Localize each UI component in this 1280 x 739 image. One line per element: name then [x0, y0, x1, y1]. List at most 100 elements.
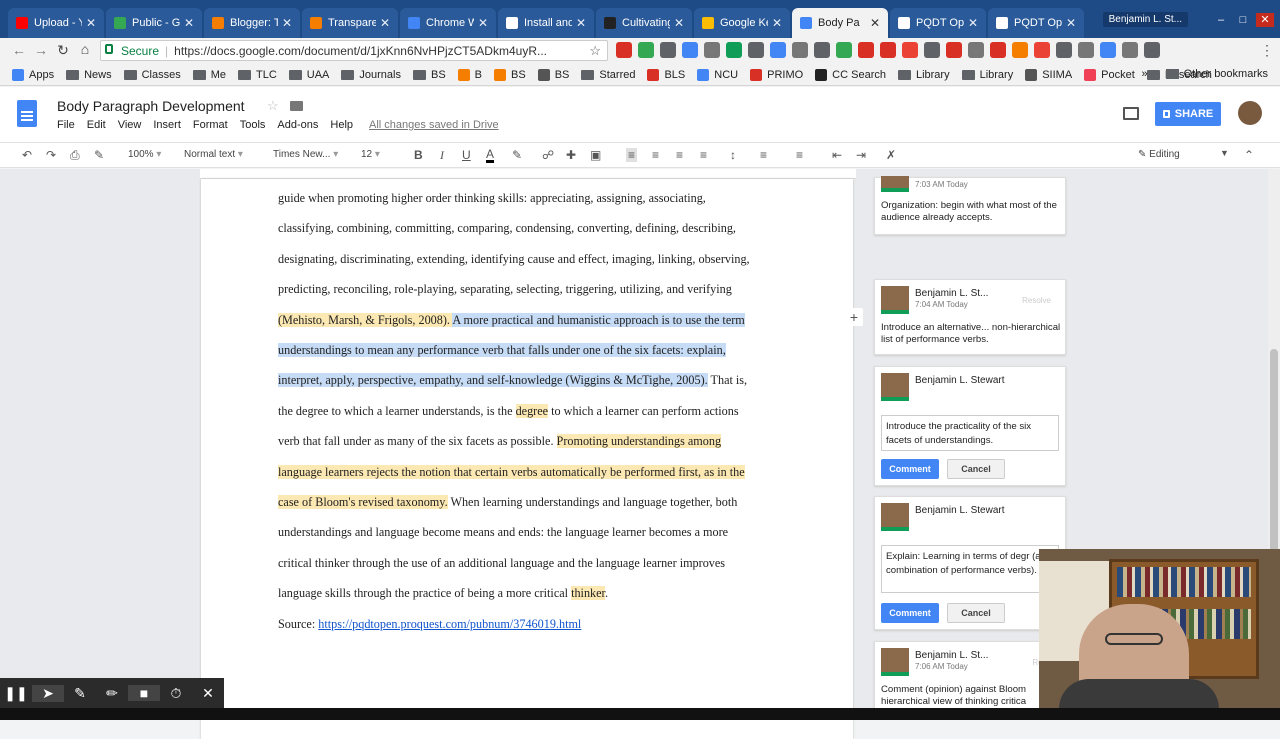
- extension-icon[interactable]: [638, 42, 654, 58]
- browser-tab[interactable]: Cultivating ✕: [596, 8, 692, 38]
- highlight-icon[interactable]: ✎: [512, 148, 522, 162]
- forward-arrow-icon[interactable]: →: [30, 42, 52, 58]
- bookmark-item[interactable]: Classes: [123, 69, 181, 81]
- bookmark-item[interactable]: PRIMO: [750, 68, 803, 81]
- underline-icon[interactable]: U: [462, 148, 471, 162]
- tab-close-icon[interactable]: ✕: [184, 16, 194, 30]
- browser-tab[interactable]: Transparen ✕: [302, 8, 398, 38]
- tab-close-icon[interactable]: ✕: [576, 16, 586, 30]
- decrease-indent-icon[interactable]: ⇤: [832, 148, 842, 162]
- editing-mode-select[interactable]: ✎ Editing: [1138, 149, 1180, 160]
- extension-icon[interactable]: [814, 42, 830, 58]
- bookmark-item[interactable]: CC Search: [815, 68, 886, 81]
- mode-dropdown-icon[interactable]: ▼: [1220, 148, 1229, 158]
- bold-icon[interactable]: B: [414, 148, 423, 162]
- numbered-list-icon[interactable]: ≡: [760, 148, 767, 162]
- save-status[interactable]: All changes saved in Drive: [369, 119, 499, 131]
- document-body[interactable]: guide when promoting higher order thinki…: [278, 183, 778, 639]
- link-icon[interactable]: ☍: [542, 148, 554, 162]
- close-window-icon[interactable]: ✕: [1256, 13, 1274, 27]
- extension-icon[interactable]: [858, 42, 874, 58]
- maximize-icon[interactable]: □: [1234, 13, 1252, 27]
- menu-insert[interactable]: Insert: [153, 119, 181, 131]
- extension-icon[interactable]: [660, 42, 676, 58]
- bookmark-item[interactable]: Journals: [341, 69, 401, 81]
- browser-tab[interactable]: Body Pa ✕: [792, 8, 888, 38]
- extension-icon[interactable]: [1144, 42, 1160, 58]
- comment-submit-button[interactable]: Comment: [881, 459, 939, 479]
- browser-tab[interactable]: Blogger: Tr ✕: [204, 8, 300, 38]
- webcam-icon[interactable]: ■: [128, 685, 160, 701]
- menu-edit[interactable]: Edit: [87, 119, 106, 131]
- bookmark-item[interactable]: SIIMA: [1025, 68, 1072, 81]
- address-bar[interactable]: Secure | https://docs.google.com/documen…: [100, 40, 608, 61]
- menu-help[interactable]: Help: [330, 119, 353, 131]
- bookmark-item[interactable]: BS: [412, 69, 446, 81]
- move-to-folder-icon[interactable]: [290, 101, 303, 111]
- add-comment-float-icon[interactable]: +: [845, 308, 863, 326]
- tab-close-icon[interactable]: ✕: [86, 16, 96, 30]
- extension-icon[interactable]: [968, 42, 984, 58]
- pause-icon[interactable]: ❚❚: [0, 685, 32, 702]
- bookmark-item[interactable]: Library: [961, 69, 1013, 81]
- extension-icon[interactable]: [770, 42, 786, 58]
- tab-close-icon[interactable]: ✕: [674, 16, 684, 30]
- justify-icon[interactable]: ≡: [700, 148, 707, 162]
- extension-icon[interactable]: [990, 42, 1006, 58]
- line-spacing-icon[interactable]: ↕: [730, 148, 736, 162]
- bookmark-item[interactable]: Apps: [12, 68, 54, 81]
- timer-icon[interactable]: ⏱: [160, 685, 192, 702]
- overflow-chevron-icon[interactable]: »: [1142, 68, 1148, 80]
- clear-formatting-icon[interactable]: ✗: [886, 148, 896, 162]
- tab-close-icon[interactable]: ✕: [478, 16, 488, 30]
- comment-reply-input[interactable]: Explain: Learning in terms of degr (a co…: [881, 545, 1059, 593]
- menu-file[interactable]: File: [57, 119, 75, 131]
- bookmark-item[interactable]: Library: [897, 69, 950, 81]
- minimize-icon[interactable]: –: [1212, 13, 1230, 27]
- tab-close-icon[interactable]: ✕: [282, 16, 292, 30]
- bookmark-star-icon[interactable]: ☆: [589, 43, 601, 59]
- resolve-button[interactable]: Resolve: [1022, 296, 1051, 305]
- text-color-icon[interactable]: A: [486, 148, 495, 163]
- redo-icon[interactable]: ↷: [46, 148, 56, 162]
- comment-submit-button[interactable]: Comment: [881, 603, 939, 623]
- comment-card[interactable]: 7:03 AM Today Organization: begin with w…: [874, 176, 1066, 235]
- style-select[interactable]: Normal text: [184, 149, 243, 160]
- extension-icon[interactable]: [704, 42, 720, 58]
- bookmark-item[interactable]: TLC: [238, 69, 277, 81]
- comment-cancel-button[interactable]: Cancel: [947, 459, 1005, 479]
- source-link[interactable]: https://pqdtopen.proquest.com/pubnum/374…: [318, 617, 581, 631]
- tab-close-icon[interactable]: ✕: [772, 16, 782, 30]
- extension-icon[interactable]: [836, 42, 852, 58]
- bookmark-item[interactable]: Starred: [581, 69, 635, 81]
- pointer-icon[interactable]: ➤: [32, 684, 64, 702]
- bookmark-item[interactable]: BLS: [647, 68, 685, 81]
- browser-tab[interactable]: Chrome W ✕: [400, 8, 496, 38]
- chrome-menu-icon[interactable]: ⋮: [1260, 42, 1274, 59]
- share-button[interactable]: SHARE: [1155, 102, 1221, 126]
- extension-icon[interactable]: [1100, 42, 1116, 58]
- tab-close-icon[interactable]: ✕: [870, 16, 880, 30]
- extension-icon[interactable]: [1078, 42, 1094, 58]
- print-icon[interactable]: ⎙: [70, 148, 80, 163]
- star-icon[interactable]: ☆: [267, 98, 279, 114]
- align-left-icon[interactable]: ≡: [626, 148, 638, 162]
- extension-icon[interactable]: [1056, 42, 1072, 58]
- collapse-menus-icon[interactable]: ⌃: [1244, 148, 1254, 162]
- docs-logo-icon[interactable]: [17, 100, 37, 127]
- window-user-badge[interactable]: Benjamin L. St...: [1102, 12, 1188, 27]
- add-comment-icon[interactable]: ✚: [566, 148, 576, 162]
- comment-cancel-button[interactable]: Cancel: [947, 603, 1005, 623]
- comment-card[interactable]: Benjamin L. St... 7:06 AM Today Reso Com…: [874, 641, 1066, 709]
- extension-icon[interactable]: [1034, 42, 1050, 58]
- home-icon[interactable]: ⌂: [74, 41, 96, 57]
- tab-close-icon[interactable]: ✕: [1066, 16, 1076, 30]
- italic-icon[interactable]: I: [440, 148, 444, 163]
- browser-tab[interactable]: Install and ✕: [498, 8, 594, 38]
- extension-icon[interactable]: [880, 42, 896, 58]
- extension-icon[interactable]: [946, 42, 962, 58]
- align-right-icon[interactable]: ≡: [676, 148, 683, 162]
- increase-indent-icon[interactable]: ⇥: [856, 148, 866, 162]
- extension-icon[interactable]: [726, 42, 742, 58]
- comment-card[interactable]: Benjamin L. St... 7:04 AM Today Resolve …: [874, 279, 1066, 355]
